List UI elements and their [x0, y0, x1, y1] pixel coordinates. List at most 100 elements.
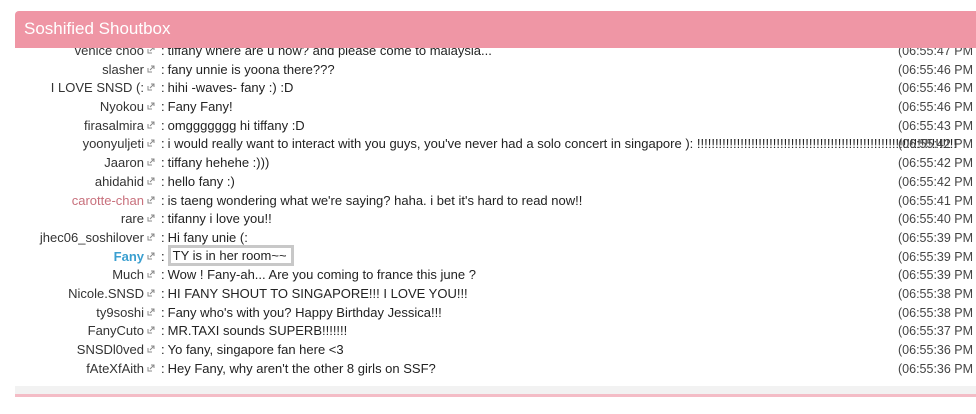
shout-author-link[interactable]: FanyCuto [88, 322, 144, 341]
shout-row: rare : tifanny i love you!! (06:55:40 PM [15, 210, 976, 229]
shout-row: fAteXfAith: Hey Fany, why aren't the othe… [15, 360, 976, 379]
separator: : [161, 117, 165, 133]
shout-timestamp: (06:55:40 PM [898, 212, 974, 227]
external-link-icon[interactable] [146, 192, 156, 211]
external-link-icon[interactable] [146, 48, 156, 61]
shout-author-link[interactable]: firasalmira [84, 117, 144, 136]
external-link-icon[interactable] [146, 229, 156, 248]
shout-author-link[interactable]: yoonyuljeti [83, 135, 144, 154]
shout-timestamp: (06:55:42 PM [898, 137, 974, 152]
shout-timestamp: (06:55:39 PM [898, 268, 974, 283]
shout-row: I LOVE SNSD (: : hihi -waves- fany :) :D (0… [15, 79, 976, 98]
external-link-icon[interactable] [146, 341, 156, 360]
shout-message: : tiffany hehehe :))) [161, 154, 269, 173]
separator: : [161, 155, 165, 171]
external-link-icon[interactable] [146, 98, 156, 117]
shout-message: : Yo fany, singapore fan here <3 [161, 341, 344, 360]
shout-message: : Fany who's with you? Happy Birthday Jes… [161, 304, 442, 323]
separator: : [161, 285, 165, 301]
separator: : [161, 323, 165, 339]
shout-row: Nicole.SNSD : HI FANY SHOUT TO SINGAPORE!!… [15, 285, 976, 304]
shout-row: Fany: TY is in her room~~ (06:55:39 PM [15, 244, 976, 267]
separator: : [161, 229, 165, 245]
shout-message: : tifanny i love you!! [161, 210, 272, 229]
shout-author-link[interactable]: Nyokou [100, 98, 144, 117]
external-link-icon[interactable] [146, 135, 156, 154]
shout-author-link[interactable]: Jaaron [104, 154, 144, 173]
external-link-icon[interactable] [146, 266, 156, 285]
shout-row: venice choo : tiffany where are u now? and… [15, 48, 976, 61]
shout-text: tiffany hehehe :))) [167, 155, 270, 171]
shout-timestamp: (06:55:38 PM [898, 305, 974, 320]
shout-message: : Wow ! Fany-ah... Are you coming to fran… [161, 266, 476, 285]
shout-timestamp: (06:55:46 PM [898, 100, 974, 115]
shout-row: slasher: fany unnie is yoona there??? (06:… [15, 61, 976, 80]
shout-message: : fany unnie is yoona there??? [161, 61, 335, 80]
separator: : [161, 304, 165, 320]
shout-timestamp: (06:55:47 PM [898, 48, 974, 58]
shout-author-link[interactable]: rare [121, 210, 144, 229]
shout-author-link[interactable]: Nicole.SNSD [68, 285, 144, 304]
shout-author-link[interactable]: Much [112, 266, 144, 285]
footer-divider [15, 394, 976, 397]
shout-author-link[interactable]: I LOVE SNSD (: [51, 79, 144, 98]
shout-message: : hello fany :) [161, 173, 235, 192]
external-link-icon[interactable] [146, 248, 156, 267]
shout-author-link[interactable]: ty9soshi [96, 304, 144, 323]
shout-text: hihi -waves- fany :) :D [167, 80, 294, 96]
shout-text: TY is in her room~~ [167, 244, 294, 266]
shout-text: Yo fany, singapore fan here <3 [167, 342, 344, 357]
external-link-icon[interactable] [146, 117, 156, 136]
shout-author-link[interactable]: SNSDl0ved [77, 341, 144, 360]
separator: : [161, 360, 165, 376]
shout-message: : tiffany where are u now? and please com… [161, 48, 492, 61]
shout-text: fany unnie is yoona there??? [167, 61, 335, 77]
shout-message: : omggggggg hi tiffany :D [161, 117, 305, 136]
shout-timestamp: (06:55:43 PM [898, 118, 974, 133]
shout-author-link[interactable]: Fany [114, 248, 144, 267]
shoutbox-messages[interactable]: venice choo : tiffany where are u now? and… [15, 48, 976, 386]
shout-row: firasalmira: omggggggg hi tiffany :D (06:5… [15, 117, 976, 136]
separator: : [161, 136, 165, 152]
external-link-icon[interactable] [146, 173, 156, 192]
shout-row: jhec06_soshilover: Hi fany unie (: (06:55:… [15, 229, 976, 248]
separator: : [161, 211, 165, 227]
external-link-icon[interactable] [146, 61, 156, 80]
shout-text: Fany Fany! [167, 99, 233, 115]
shout-author-link[interactable]: venice choo [75, 48, 144, 61]
shout-message: : Fany Fany! [161, 98, 233, 117]
shout-author-link[interactable]: jhec06_soshilover [40, 229, 144, 248]
external-link-icon[interactable] [146, 210, 156, 229]
shout-message: : TY is in her room~~ [161, 244, 294, 267]
shout-text: Wow ! Fany-ah... Are you coming to franc… [167, 267, 476, 283]
shout-message: : HI FANY SHOUT TO SINGAPORE!!! I LOVE YO… [161, 285, 468, 304]
shout-timestamp: (06:55:46 PM [898, 81, 974, 96]
shout-row: SNSDl0ved: Yo fany, singapore fan here <3… [15, 341, 976, 360]
shout-author-link[interactable]: slasher [102, 61, 144, 80]
external-link-icon[interactable] [146, 285, 156, 304]
shout-row: Nyokou : Fany Fany! (06:55:46 PM [15, 98, 976, 117]
shout-author-link[interactable]: ahidahid [95, 173, 144, 192]
external-link-icon[interactable] [146, 79, 156, 98]
external-link-icon[interactable] [146, 304, 156, 323]
external-link-icon[interactable] [146, 322, 156, 341]
external-link-icon[interactable] [146, 154, 156, 173]
separator: : [161, 267, 165, 283]
shout-text: Hi fany unie (: [167, 229, 248, 245]
shout-timestamp: (06:55:36 PM [898, 361, 974, 376]
shout-text: i would really want to interact with you… [167, 136, 957, 152]
shout-timestamp: (06:55:42 PM [898, 156, 974, 171]
shout-text: omggggggg hi tiffany :D [167, 117, 305, 133]
shout-text: Fany who's with you? Happy Birthday Jess… [167, 304, 442, 320]
external-link-icon[interactable] [146, 360, 156, 379]
shout-text: is taeng wondering what we're saying? ha… [167, 192, 583, 208]
shoutbox-title: Soshified Shoutbox [15, 11, 976, 48]
shout-message: : hihi -waves- fany :) :D [161, 79, 293, 98]
shout-author-link[interactable]: fAteXfAith [86, 360, 144, 379]
separator: : [161, 342, 165, 357]
shout-author-link[interactable]: carotte-chan [72, 192, 144, 211]
shout-timestamp: (06:55:42 PM [898, 174, 974, 189]
shout-row: ahidahid : hello fany :) (06:55:42 PM [15, 173, 976, 192]
shout-message: : is taeng wondering what we're saying? h… [161, 192, 582, 211]
shout-row: FanyCuto: MR.TAXI sounds SUPERB!!!!!!! (06… [15, 322, 976, 341]
